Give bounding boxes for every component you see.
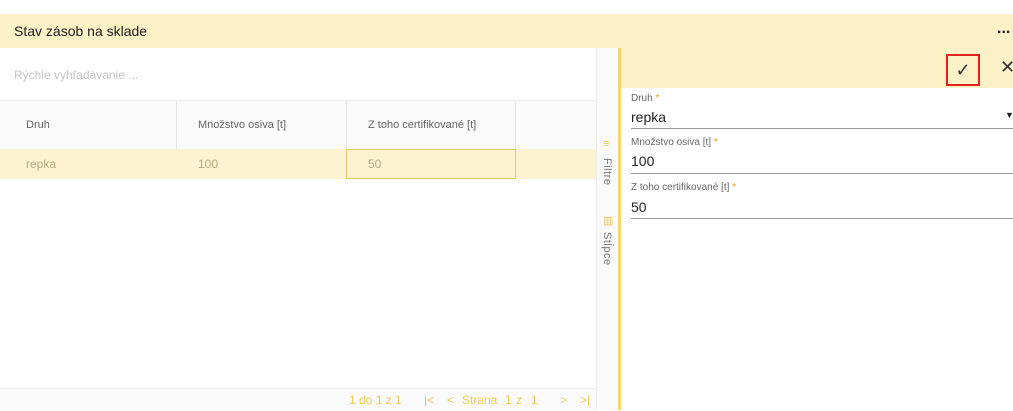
page-header: Stav zásob na sklade ... [0, 14, 1013, 48]
columns-icon[interactable]: ▥ [603, 214, 613, 227]
certifikovane-input[interactable]: 50 [631, 199, 647, 215]
pagination-range: 1 do 1 z 1 [349, 393, 402, 407]
column-header-druh[interactable]: Druh [26, 101, 50, 149]
column-separator[interactable] [176, 101, 177, 149]
cell-certifikovane-editing[interactable]: 50 [346, 149, 516, 179]
page-label: Strana [462, 393, 498, 407]
mnozstvo-input[interactable]: 100 [631, 153, 654, 169]
grid-panel: Rýchle vyhľadávanie ... Druh Množstvo os… [0, 48, 596, 411]
pagination-bar: 1 do 1 z 1 |< < Strana 1 z 1 > >| [0, 388, 596, 411]
next-page-button[interactable]: > [560, 389, 567, 411]
cell-certifikovane[interactable]: 50 [368, 150, 381, 180]
more-options-icon[interactable]: ... [997, 20, 1010, 38]
page-of-label: z [516, 393, 522, 407]
column-separator[interactable] [346, 101, 347, 149]
filter-icon[interactable]: ≡ [603, 138, 609, 150]
field-underline [631, 128, 1013, 129]
druh-select[interactable]: repka [631, 109, 666, 125]
field-label: Z toho certifikované [t] * [631, 182, 737, 193]
last-page-button[interactable]: >| [580, 389, 590, 411]
columns-tab[interactable]: Stĺpce [601, 232, 613, 266]
form-toolbar: ✓ ✕ [621, 48, 1013, 88]
field-label: Množstvo osiva [t] * [631, 137, 718, 148]
field-underline [631, 218, 1013, 219]
cell-mnozstvo[interactable]: 100 [198, 149, 218, 179]
panel-splitter[interactable] [618, 48, 621, 410]
table-row[interactable]: repka 100 50 [0, 149, 596, 179]
close-icon[interactable]: ✕ [1000, 57, 1013, 78]
side-tool-panel: ≡ Filtre ▥ Stĺpce [596, 48, 619, 410]
prev-page-button[interactable]: < [447, 389, 454, 411]
table-header: Druh Množstvo osiva [t] Z toho certifiko… [0, 100, 596, 150]
field-label: Druh * [631, 93, 660, 104]
cell-druh[interactable]: repka [26, 149, 56, 179]
column-separator[interactable] [515, 101, 516, 149]
checkmark-icon: ✓ [955, 59, 971, 80]
total-pages: 1 [531, 393, 538, 407]
column-header-certifikovane[interactable]: Z toho certifikované [t] [368, 101, 476, 149]
confirm-button[interactable]: ✓ [946, 54, 980, 86]
page-title: Stav zásob na sklade [14, 23, 148, 39]
first-page-button[interactable]: |< [424, 389, 434, 411]
column-header-mnozstvo[interactable]: Množstvo osiva [t] [198, 101, 286, 149]
filters-tab[interactable]: Filtre [601, 158, 613, 185]
chevron-down-icon[interactable]: ▼ [1005, 110, 1013, 120]
current-page: 1 [505, 393, 512, 407]
field-underline [631, 173, 1013, 174]
quick-search-input[interactable]: Rýchle vyhľadávanie ... [14, 68, 138, 82]
